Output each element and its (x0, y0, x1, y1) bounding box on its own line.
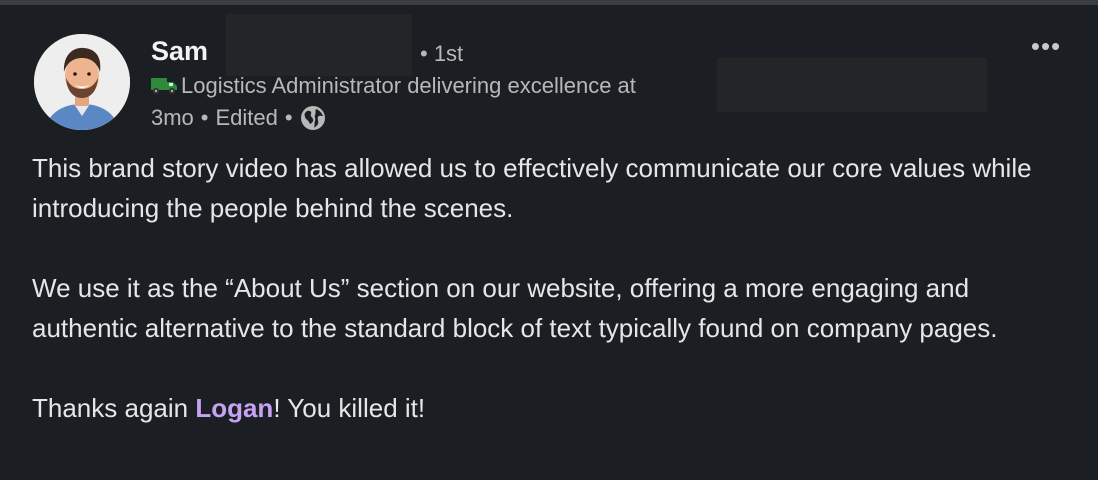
meta-separator: • (284, 105, 293, 130)
post-age[interactable]: 3mo (151, 105, 194, 131)
avatar[interactable] (34, 34, 130, 130)
redacted-surname (226, 14, 412, 76)
more-options-icon[interactable]: ••• (1026, 32, 1066, 60)
delivery-truck-icon (151, 76, 179, 96)
author-name[interactable]: Sam (151, 34, 208, 68)
post-paragraph-1: This brand story video has allowed us to… (32, 153, 1032, 223)
post-meta: 3mo • Edited • (151, 104, 326, 132)
post-paragraph-3: Thanks again Logan! You killed it! (32, 388, 1072, 428)
mention-link[interactable]: Logan (195, 393, 273, 423)
top-divider (0, 0, 1098, 5)
connection-degree: • 1st (420, 41, 464, 66)
thanks-text: Thanks again (32, 393, 196, 423)
globe-icon (300, 105, 326, 131)
meta-separator: • (200, 105, 209, 130)
post-paragraph-2: We use it as the “About Us” section on o… (32, 273, 998, 343)
author-headline: Logistics Administrator delivering excel… (151, 72, 636, 100)
edited-label: Edited (215, 105, 278, 130)
closing-text: ! You killed it! (273, 393, 426, 423)
headline-text: Logistics Administrator delivering excel… (181, 73, 636, 98)
post-body: This brand story video has allowed us to… (32, 148, 1072, 428)
redacted-company (717, 58, 987, 112)
